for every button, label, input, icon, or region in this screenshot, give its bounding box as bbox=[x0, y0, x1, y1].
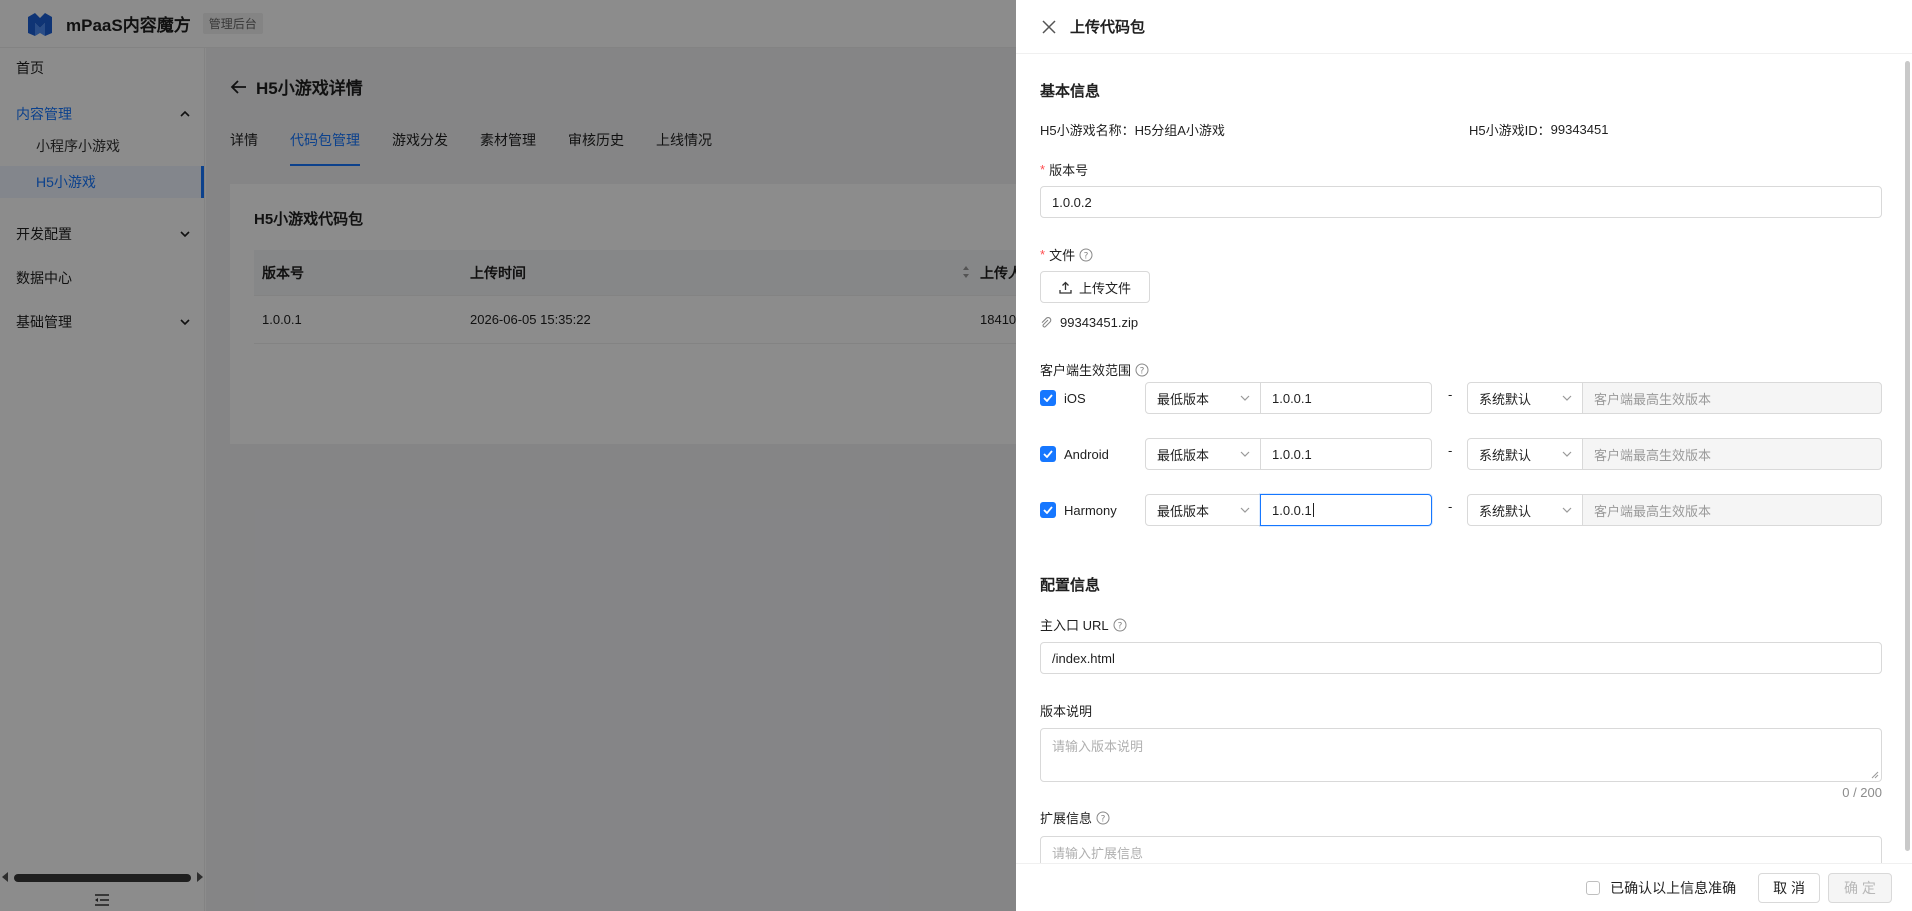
range-separator: - bbox=[1448, 499, 1453, 514]
release-notes-textarea[interactable]: 请输入版本说明 bbox=[1040, 728, 1882, 782]
help-icon[interactable]: ? bbox=[1113, 618, 1127, 632]
harmony-min-version-select[interactable]: 最低版本 bbox=[1145, 494, 1261, 526]
confirm-info-checkbox-row[interactable]: 已确认以上信息准确 bbox=[1586, 878, 1736, 898]
help-icon[interactable]: ? bbox=[1135, 363, 1149, 377]
game-id-label: H5小游戏ID： bbox=[1469, 123, 1551, 138]
ios-checkbox-row[interactable]: iOS bbox=[1040, 390, 1086, 406]
ios-max-version-input: 客户端最高生效版本 bbox=[1582, 382, 1882, 414]
basic-info-title: 基本信息 bbox=[1040, 83, 1101, 100]
ext-info-input[interactable]: 请输入扩展信息 bbox=[1040, 836, 1882, 863]
drawer-footer: 已确认以上信息准确 取 消 确 定 bbox=[1016, 863, 1912, 911]
resize-handle-icon[interactable] bbox=[1871, 771, 1879, 779]
chevron-down-icon bbox=[1240, 451, 1250, 457]
required-marker: * bbox=[1040, 162, 1046, 177]
game-id-value: 99343451 bbox=[1550, 122, 1609, 137]
confirm-info-checkbox[interactable] bbox=[1586, 880, 1601, 895]
svg-text:?: ? bbox=[1140, 366, 1145, 376]
entry-url-input[interactable]: /index.html bbox=[1040, 642, 1882, 674]
check-icon bbox=[1043, 506, 1053, 514]
help-icon[interactable]: ? bbox=[1096, 811, 1110, 825]
svg-text:?: ? bbox=[1084, 251, 1089, 261]
release-notes-counter: 0 / 200 bbox=[1842, 785, 1882, 800]
platform-name: iOS bbox=[1064, 390, 1086, 406]
android-max-version-select[interactable]: 系统默认 bbox=[1467, 438, 1583, 470]
upload-icon bbox=[1059, 281, 1072, 294]
android-min-version-input[interactable]: 1.0.0.1 bbox=[1260, 438, 1432, 470]
harmony-min-version-input[interactable]: 1.0.0.1 bbox=[1260, 494, 1432, 526]
drawer-title: 上传代码包 bbox=[1070, 19, 1146, 36]
config-info-title: 配置信息 bbox=[1040, 577, 1101, 594]
release-notes-label: 版本说明 bbox=[1040, 704, 1093, 719]
game-id-field: H5小游戏ID： 99343451 bbox=[1469, 120, 1608, 139]
chevron-down-icon bbox=[1562, 395, 1572, 401]
uploaded-file-item[interactable]: 99343451.zip bbox=[1040, 315, 1138, 330]
select-value: 最低版本 bbox=[1157, 503, 1210, 519]
file-label-row: * 文件 ? bbox=[1040, 245, 1093, 264]
platform-name: Android bbox=[1064, 446, 1109, 462]
version-input[interactable]: 1.0.0.2 bbox=[1040, 186, 1882, 218]
entry-url-label: 主入口 URL bbox=[1040, 618, 1109, 633]
upload-file-label: 上传文件 bbox=[1078, 280, 1131, 296]
text-cursor bbox=[1312, 503, 1314, 517]
drawer-header: 上传代码包 bbox=[1016, 0, 1912, 54]
select-value: 最低版本 bbox=[1157, 391, 1210, 407]
version-label-row: * 版本号 bbox=[1040, 160, 1088, 179]
chevron-down-icon bbox=[1562, 507, 1572, 513]
client-scope-label: 客户端生效范围 bbox=[1040, 363, 1132, 378]
svg-text:?: ? bbox=[1117, 621, 1122, 631]
check-icon bbox=[1043, 450, 1053, 458]
scrollbar-thumb[interactable] bbox=[1905, 61, 1910, 851]
client-scope-label-row: 客户端生效范围 ? bbox=[1040, 360, 1149, 379]
entry-url-label-row: 主入口 URL ? bbox=[1040, 615, 1127, 634]
ios-checkbox[interactable] bbox=[1040, 390, 1056, 406]
drawer-vertical-scrollbar[interactable] bbox=[1904, 55, 1912, 863]
paperclip-icon bbox=[1041, 316, 1052, 327]
ios-min-version-input[interactable]: 1.0.0.1 bbox=[1260, 382, 1432, 414]
help-icon[interactable]: ? bbox=[1079, 248, 1093, 262]
harmony-max-version-input: 客户端最高生效版本 bbox=[1582, 494, 1882, 526]
ext-info-placeholder: 请输入扩展信息 bbox=[1052, 845, 1144, 861]
select-value: 系统默认 bbox=[1479, 447, 1532, 463]
uploaded-file-name: 99343451.zip bbox=[1060, 315, 1139, 330]
android-max-version-input: 客户端最高生效版本 bbox=[1582, 438, 1882, 470]
harmony-max-version-select[interactable]: 系统默认 bbox=[1467, 494, 1583, 526]
chevron-down-icon bbox=[1562, 451, 1572, 457]
platform-name: Harmony bbox=[1064, 502, 1117, 518]
svg-text:?: ? bbox=[1101, 814, 1106, 824]
ios-min-version-select[interactable]: 最低版本 bbox=[1145, 382, 1261, 414]
ext-info-label-row: 扩展信息 ? bbox=[1040, 808, 1110, 827]
upload-code-package-drawer: 上传代码包 基本信息 H5小游戏名称： H5分组A小游戏 H5小游戏ID： 9934… bbox=[1016, 0, 1912, 911]
harmony-checkbox-row[interactable]: Harmony bbox=[1040, 502, 1117, 518]
game-name-label: H5小游戏名称： bbox=[1040, 123, 1135, 138]
drawer-body: 基本信息 H5小游戏名称： H5分组A小游戏 H5小游戏ID： 99343451 *… bbox=[1016, 55, 1912, 863]
range-separator: - bbox=[1448, 443, 1453, 458]
ok-button[interactable]: 确 定 bbox=[1828, 872, 1892, 903]
chevron-down-icon bbox=[1240, 395, 1250, 401]
select-value: 系统默认 bbox=[1479, 503, 1532, 519]
game-name-value: H5分组A小游戏 bbox=[1134, 123, 1225, 138]
select-value: 最低版本 bbox=[1157, 447, 1210, 463]
close-icon[interactable] bbox=[1042, 19, 1056, 34]
select-value: 系统默认 bbox=[1479, 391, 1532, 407]
chevron-down-icon bbox=[1240, 507, 1250, 513]
ext-info-label: 扩展信息 bbox=[1040, 811, 1093, 826]
cancel-button[interactable]: 取 消 bbox=[1758, 872, 1820, 903]
release-notes-placeholder: 请输入版本说明 bbox=[1052, 739, 1144, 754]
input-value: 1.0.0.1 bbox=[1272, 502, 1312, 518]
android-checkbox[interactable] bbox=[1040, 446, 1056, 462]
version-label: 版本号 bbox=[1049, 163, 1089, 178]
required-marker: * bbox=[1040, 247, 1046, 262]
harmony-checkbox[interactable] bbox=[1040, 502, 1056, 518]
ios-max-version-select[interactable]: 系统默认 bbox=[1467, 382, 1583, 414]
confirm-info-label: 已确认以上信息准确 bbox=[1610, 879, 1737, 896]
file-label: 文件 bbox=[1049, 248, 1076, 263]
check-icon bbox=[1043, 394, 1053, 402]
android-min-version-select[interactable]: 最低版本 bbox=[1145, 438, 1261, 470]
range-separator: - bbox=[1448, 387, 1453, 402]
upload-file-button[interactable]: 上传文件 bbox=[1040, 271, 1150, 303]
game-name-field: H5小游戏名称： H5分组A小游戏 bbox=[1040, 120, 1225, 139]
android-checkbox-row[interactable]: Android bbox=[1040, 446, 1109, 462]
